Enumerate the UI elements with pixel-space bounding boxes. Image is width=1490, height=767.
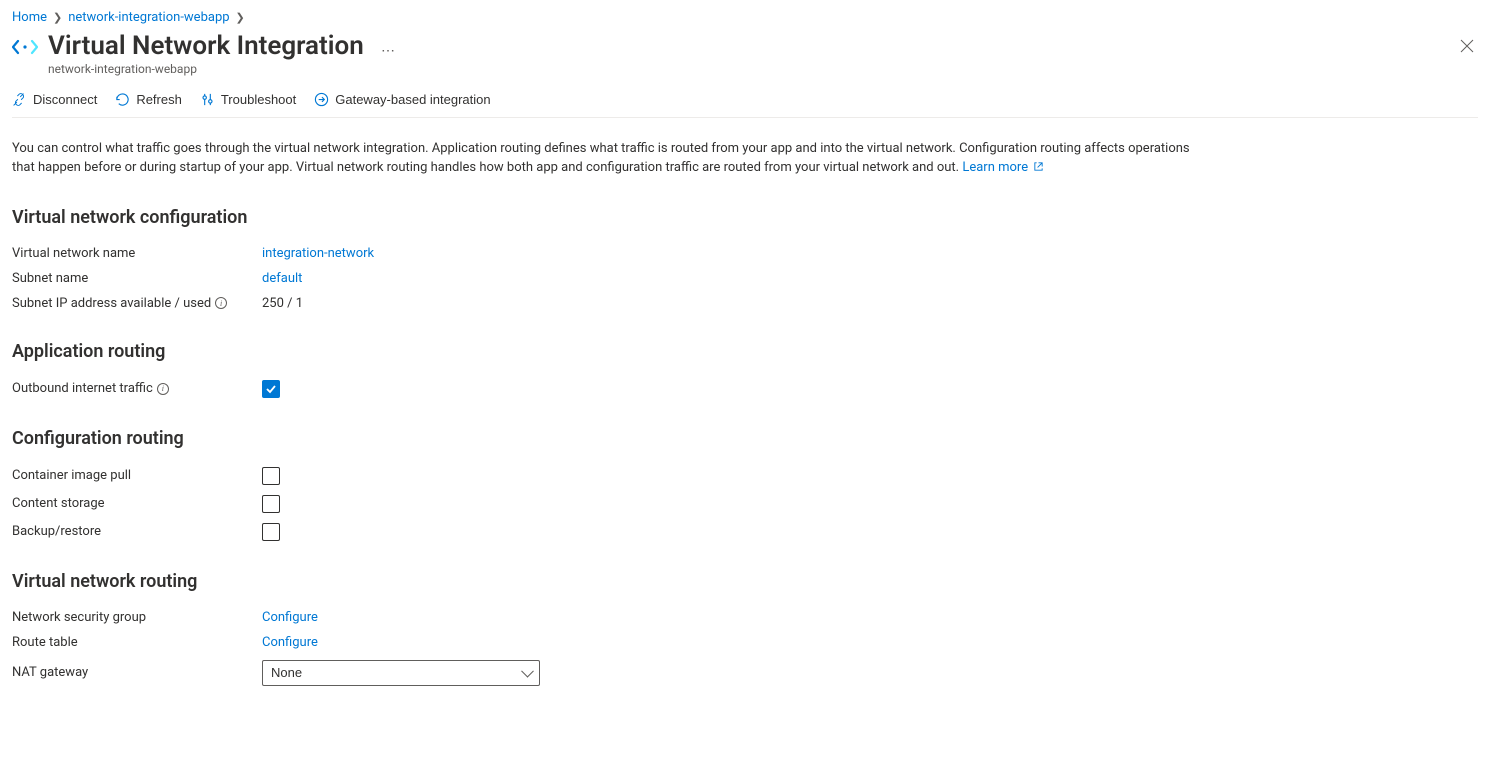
nsg-label: Network security group [12, 610, 262, 625]
disconnect-icon [12, 92, 27, 107]
route-table-configure-link[interactable]: Configure [262, 635, 318, 650]
vnet-name-link[interactable]: integration-network [262, 246, 374, 261]
breadcrumb-parent[interactable]: network-integration-webapp [68, 10, 229, 25]
more-actions-button[interactable]: ⋯ [381, 43, 396, 59]
subnet-name-link[interactable]: default [262, 271, 302, 286]
content-storage-checkbox[interactable] [262, 495, 280, 513]
troubleshoot-button[interactable]: Troubleshoot [200, 92, 296, 107]
application-routing-heading: Application routing [12, 341, 1212, 362]
info-icon[interactable]: i [215, 297, 227, 309]
disconnect-label: Disconnect [33, 92, 97, 107]
breadcrumb-home[interactable]: Home [12, 10, 47, 25]
container-image-pull-label: Container image pull [12, 468, 262, 483]
content-storage-label: Content storage [12, 496, 262, 511]
toolbar: Disconnect Refresh Troubleshoot Gateway-… [12, 80, 1478, 118]
refresh-button[interactable]: Refresh [115, 92, 182, 107]
outbound-traffic-checkbox[interactable] [262, 380, 280, 398]
info-icon[interactable]: i [157, 383, 169, 395]
external-link-icon [1033, 160, 1044, 179]
vnet-configuration-section: Virtual network configuration Virtual ne… [12, 207, 1212, 311]
nat-gateway-label: NAT gateway [12, 665, 262, 680]
disconnect-button[interactable]: Disconnect [12, 92, 97, 107]
vnet-name-label: Virtual network name [12, 246, 262, 261]
chevron-right-icon: ❯ [236, 11, 245, 24]
chevron-right-icon: ❯ [53, 11, 62, 24]
subnet-ip-value: 250 / 1 [262, 296, 303, 311]
close-button[interactable] [1456, 35, 1478, 61]
troubleshoot-icon [200, 92, 215, 107]
troubleshoot-label: Troubleshoot [221, 92, 296, 107]
application-routing-section: Application routing Outbound internet tr… [12, 341, 1212, 398]
refresh-label: Refresh [136, 92, 182, 107]
backup-restore-label: Backup/restore [12, 524, 262, 539]
container-image-pull-checkbox[interactable] [262, 467, 280, 485]
virtual-network-routing-section: Virtual network routing Network security… [12, 571, 1212, 686]
configuration-routing-section: Configuration routing Container image pu… [12, 428, 1212, 541]
route-table-label: Route table [12, 635, 262, 650]
nat-gateway-select[interactable]: None [262, 660, 540, 686]
gateway-integration-label: Gateway-based integration [335, 92, 490, 107]
learn-more-link[interactable]: Learn more [962, 160, 1044, 175]
refresh-icon [115, 92, 130, 107]
gateway-integration-button[interactable]: Gateway-based integration [314, 92, 490, 107]
intro-text: You can control what traffic goes throug… [12, 140, 1212, 179]
page-title: Virtual Network Integration [48, 31, 364, 62]
subnet-name-label: Subnet name [12, 271, 262, 286]
vnet-integration-icon [12, 37, 38, 61]
content-area: You can control what traffic goes throug… [12, 118, 1212, 686]
subnet-ip-label: Subnet IP address available / used i [12, 296, 262, 311]
nsg-configure-link[interactable]: Configure [262, 610, 318, 625]
configuration-routing-heading: Configuration routing [12, 428, 1212, 449]
page-header: Virtual Network Integration ⋯ network-in… [12, 31, 1478, 76]
virtual-network-routing-heading: Virtual network routing [12, 571, 1212, 592]
outbound-traffic-label: Outbound internet traffic i [12, 381, 262, 396]
breadcrumb: Home ❯ network-integration-webapp ❯ [12, 0, 1478, 31]
nat-gateway-select-wrap: None [262, 660, 540, 686]
vnet-configuration-heading: Virtual network configuration [12, 207, 1212, 228]
backup-restore-checkbox[interactable] [262, 523, 280, 541]
arrow-right-circle-icon [314, 92, 329, 107]
page-subtitle: network-integration-webapp [48, 62, 1478, 76]
